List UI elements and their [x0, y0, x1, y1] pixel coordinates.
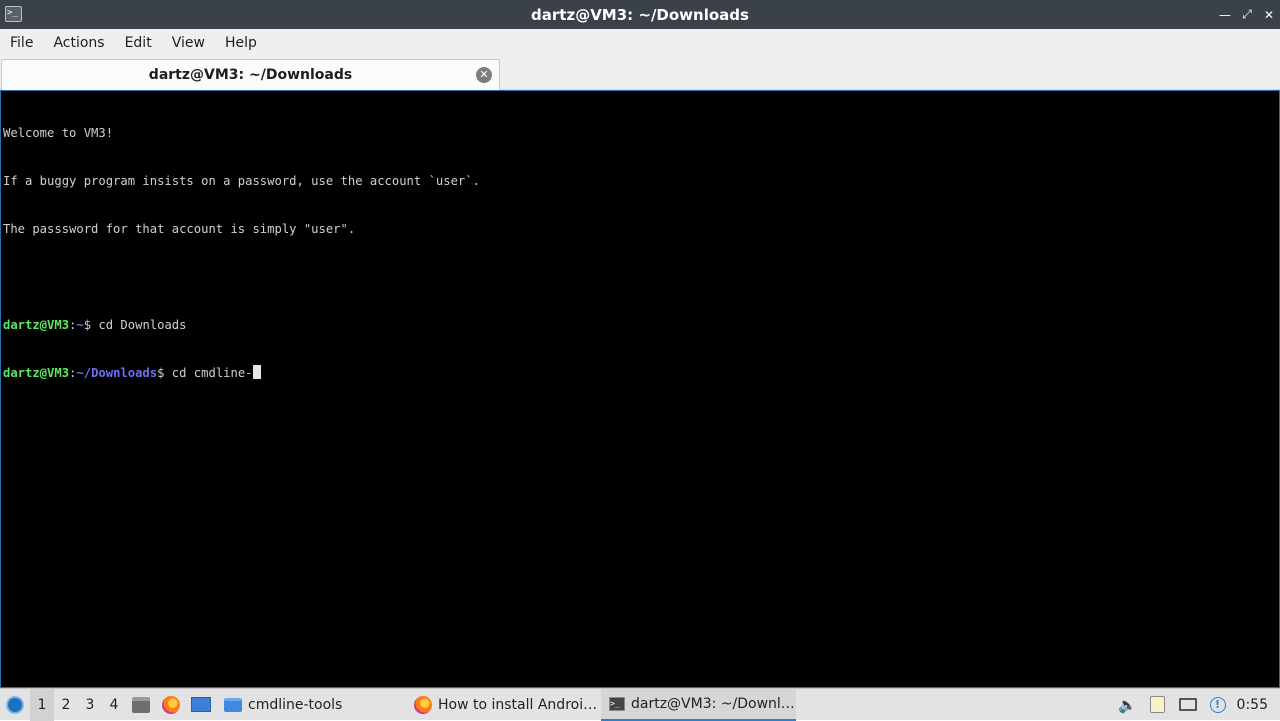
firefox-launcher[interactable] — [156, 689, 186, 721]
task-label: cmdline-tools — [248, 696, 343, 713]
taskbar: 1 2 3 4 cmdline-tools How to install And… — [0, 688, 1280, 721]
text-cursor — [252, 365, 261, 379]
menu-file[interactable]: File — [0, 29, 43, 57]
task-cmdline-tools[interactable]: cmdline-tools — [216, 689, 406, 721]
system-tray: 🔈 ! 0:55 — [1113, 689, 1280, 721]
folder-icon — [224, 697, 242, 712]
welcome-line: The passsword for that account is simply… — [3, 222, 356, 236]
clipboard-button[interactable] — [1143, 689, 1173, 721]
notification-icon: ! — [1209, 696, 1226, 713]
distro-logo-icon — [6, 695, 24, 714]
maximize-button[interactable]: ⤢ — [1236, 0, 1258, 29]
workspace-2[interactable]: 2 — [54, 689, 78, 721]
task-label: How to install Androi… — [438, 696, 598, 713]
menu-view[interactable]: View — [162, 29, 215, 57]
window-title: dartz@VM3: ~/Downloads — [531, 5, 749, 24]
workspace-3[interactable]: 3 — [78, 689, 102, 721]
notifications-button[interactable]: ! — [1203, 689, 1233, 721]
firefox-icon — [162, 695, 180, 714]
prompt-command: cd cmdline- — [171, 366, 253, 380]
window-titlebar: >_ dartz@VM3: ~/Downloads — ⤢ ✕ — [0, 0, 1280, 29]
minimize-button[interactable]: — — [1214, 0, 1236, 29]
display-icon — [1178, 698, 1197, 711]
show-desktop-button[interactable] — [186, 689, 216, 721]
prompt-user-host: dartz@VM3 — [3, 366, 70, 380]
welcome-line: Welcome to VM3! — [3, 126, 114, 140]
close-button[interactable]: ✕ — [1258, 0, 1280, 29]
prompt-path: ~/Downloads — [76, 366, 158, 380]
terminal-icon[interactable]: >_ — [5, 6, 22, 22]
tab-close-icon[interactable]: ✕ — [476, 67, 492, 83]
prompt-line: dartz@VM3:~/Downloads$ cd cmdline- — [3, 365, 1279, 381]
welcome-line: If a buggy program insists on a password… — [3, 174, 480, 188]
menu-bar: File Actions Edit View Help — [0, 29, 1280, 57]
terminal-icon: >_ — [609, 696, 625, 711]
task-firefox[interactable]: How to install Androi… — [406, 689, 601, 721]
terminal-output[interactable]: Welcome to VM3! If a buggy program insis… — [0, 90, 1280, 688]
firefox-icon — [414, 695, 432, 714]
clock[interactable]: 0:55 — [1233, 689, 1280, 721]
menu-help[interactable]: Help — [215, 29, 267, 57]
tab-terminal[interactable]: dartz@VM3: ~/Downloads ✕ — [1, 59, 500, 90]
task-terminal[interactable]: >_ dartz@VM3: ~/Downl… — [601, 688, 796, 721]
workspace-4[interactable]: 4 — [102, 689, 126, 721]
clipboard-icon — [1150, 696, 1166, 713]
prompt-command: cd Downloads — [98, 318, 187, 332]
workspace-1[interactable]: 1 — [30, 688, 54, 721]
start-menu-button[interactable] — [0, 689, 30, 721]
desktop-icon — [191, 697, 211, 712]
window-controls: — ⤢ ✕ — [1214, 0, 1280, 29]
volume-icon[interactable]: 🔈 — [1113, 689, 1143, 721]
display-button[interactable] — [1173, 689, 1203, 721]
prompt-path: ~ — [76, 318, 84, 332]
prompt-line: dartz@VM3:~$ cd Downloads — [3, 318, 187, 332]
menu-actions[interactable]: Actions — [43, 29, 114, 57]
task-label: dartz@VM3: ~/Downl… — [631, 695, 795, 712]
file-manager-icon — [132, 696, 150, 713]
tab-label: dartz@VM3: ~/Downloads — [148, 67, 353, 83]
menu-edit[interactable]: Edit — [115, 29, 162, 57]
file-manager-launcher[interactable] — [126, 689, 156, 721]
prompt-user-host: dartz@VM3 — [3, 318, 70, 332]
tab-bar: dartz@VM3: ~/Downloads ✕ — [0, 57, 1280, 90]
